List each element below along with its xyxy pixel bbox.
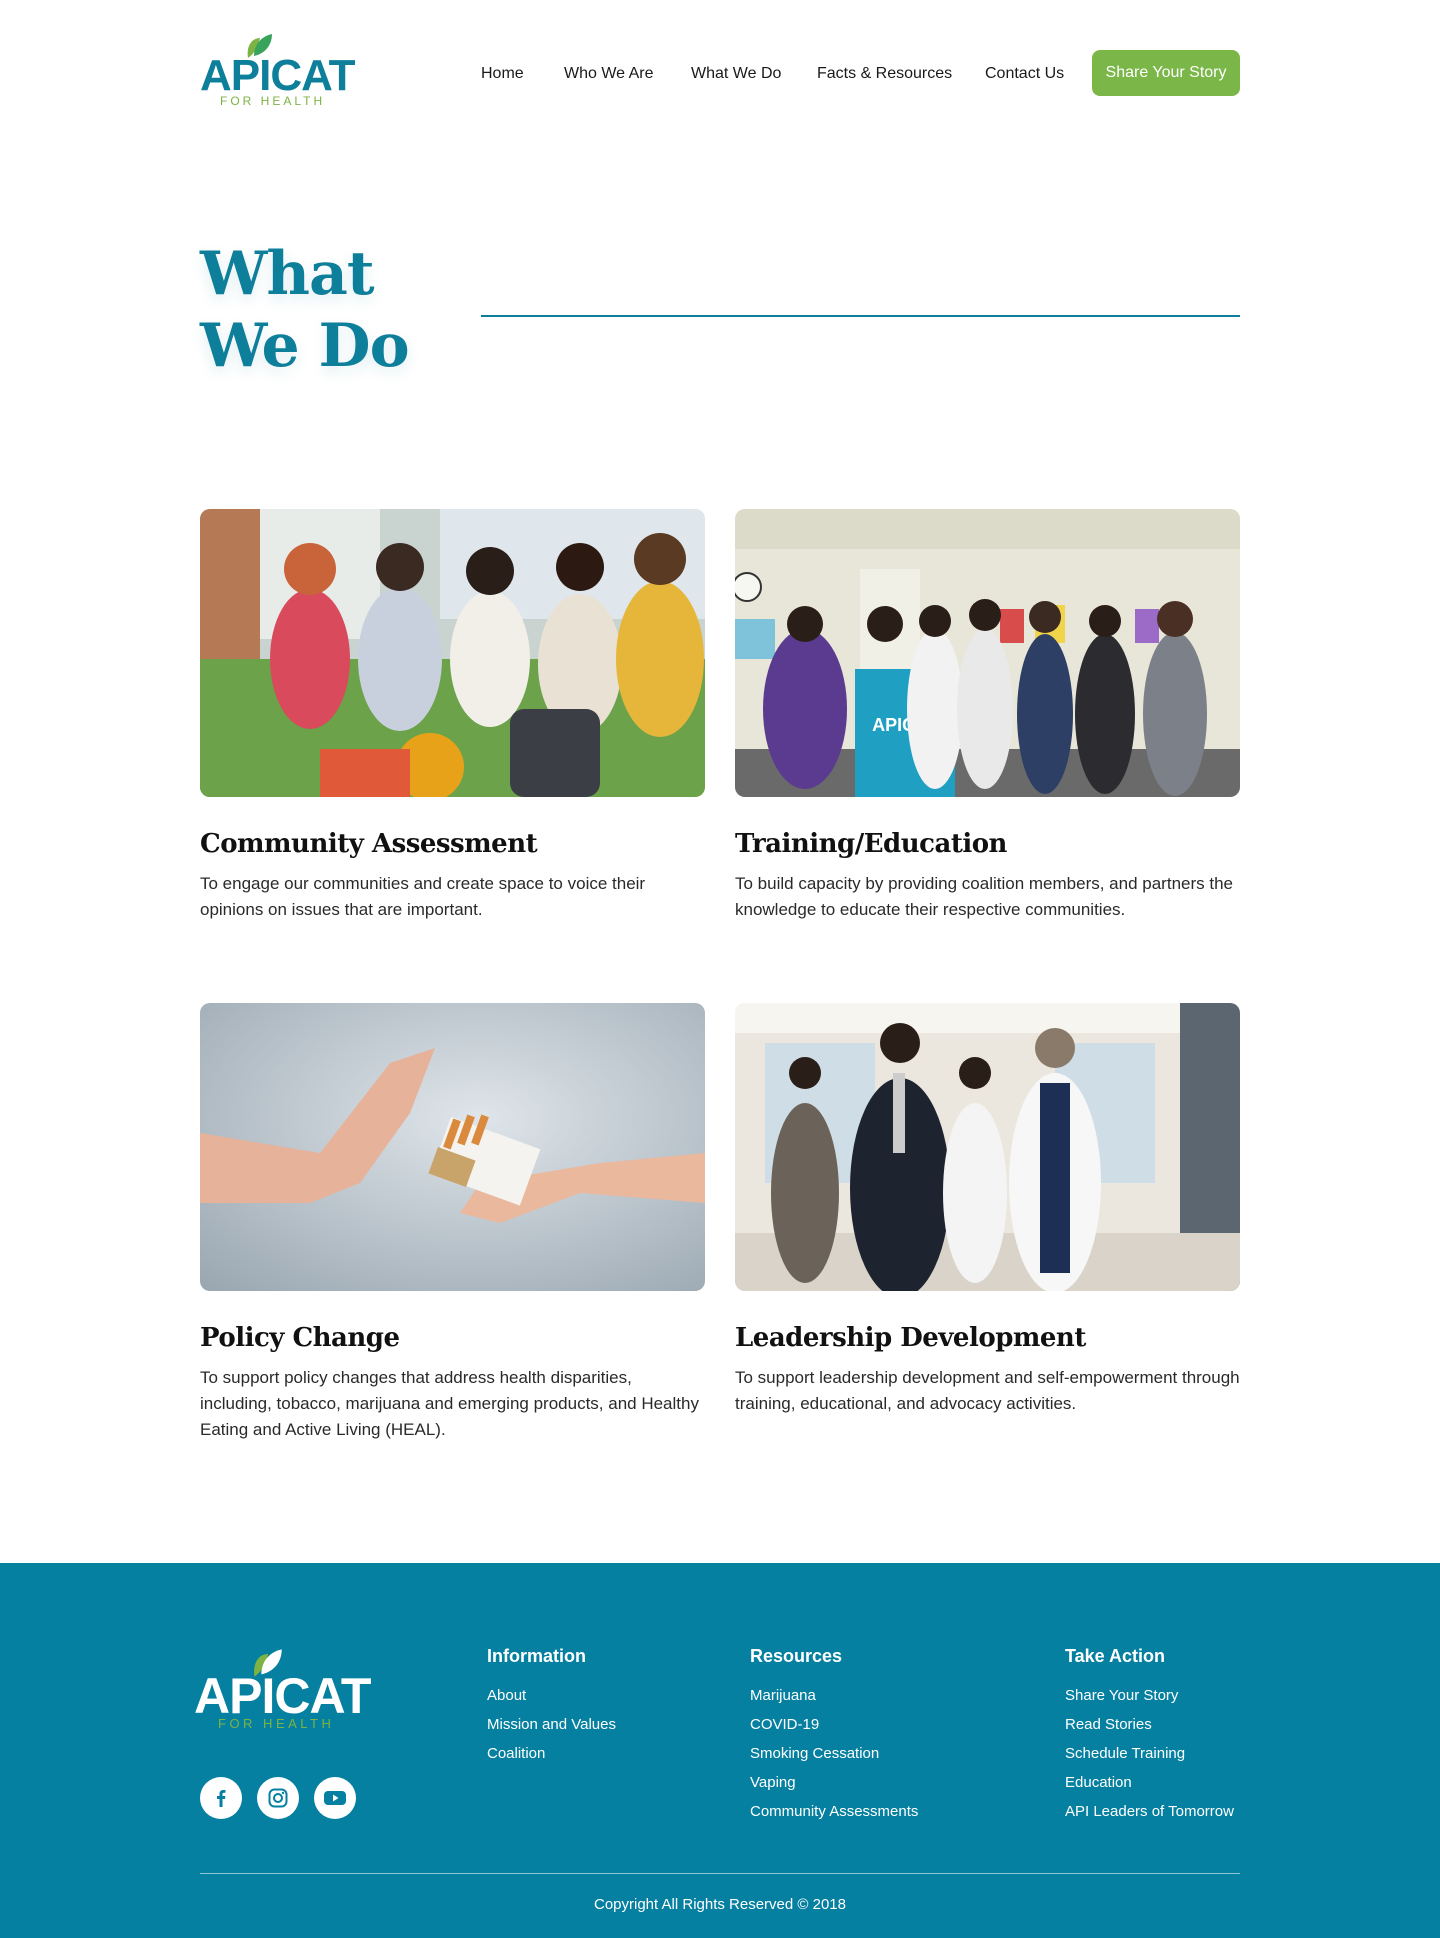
page-title-line1: What — [200, 239, 375, 309]
site-header: APICAT FOR HEALTH Home Who We Are What W… — [0, 0, 1440, 130]
footer-link-about[interactable]: About — [487, 1681, 616, 1710]
nav-what-we-do[interactable]: What We Do — [691, 64, 781, 84]
card-title: Leadership Development — [735, 1323, 1086, 1353]
instagram-link[interactable] — [257, 1777, 299, 1819]
card-description: To build capacity by providing coalition… — [735, 874, 1233, 919]
nav-home[interactable]: Home — [481, 64, 524, 84]
footer-link-smoking-cessation[interactable]: Smoking Cessation — [750, 1739, 918, 1768]
footer-link-covid-19[interactable]: COVID-19 — [750, 1710, 918, 1739]
footer-heading: Resources — [750, 1646, 843, 1666]
footer-link-mission-values[interactable]: Mission and Values — [487, 1710, 616, 1739]
doctors-walking-photo — [735, 1003, 1240, 1291]
footer-link-read-stories[interactable]: Read Stories — [1065, 1710, 1234, 1739]
footer-link-education[interactable]: Education — [1065, 1768, 1234, 1797]
footer-logo-wordmark: APICAT — [194, 1668, 371, 1724]
youth-group-photo: APICAT — [735, 509, 1240, 797]
footer-link-vaping[interactable]: Vaping — [750, 1768, 918, 1797]
nav-who-we-are[interactable]: Who We Are — [564, 64, 654, 84]
facebook-link[interactable] — [200, 1777, 242, 1819]
apicat-logo[interactable]: APICAT FOR HEALTH — [200, 32, 356, 108]
footer-link-community-assessments[interactable]: Community Assessments — [750, 1797, 918, 1826]
card-title: Community Assessment — [200, 829, 538, 859]
footer-divider — [200, 1873, 1240, 1874]
logo-wordmark: APICAT — [200, 51, 356, 100]
footer-link-coalition[interactable]: Coalition — [487, 1739, 616, 1768]
footer-column-resources: Resources Marijuana COVID-19 Smoking Ces… — [750, 1645, 918, 1826]
site-footer: APICAT FOR HEALTH Information About Miss… — [0, 1563, 1440, 1938]
instagram-icon — [268, 1788, 288, 1808]
footer-column-information: Information About Mission and Values Coa… — [487, 1645, 616, 1768]
footer-heading: Information — [487, 1646, 586, 1666]
nav-facts-resources[interactable]: Facts & Resources — [817, 64, 952, 84]
footer-heading: Take Action — [1065, 1646, 1166, 1666]
footer-link-api-leaders[interactable]: API Leaders of Tomorrow — [1065, 1797, 1234, 1826]
share-your-story-button[interactable]: Share Your Story — [1092, 50, 1240, 96]
footer-logo-tagline: FOR HEALTH — [218, 1716, 335, 1731]
footer-link-schedule-training[interactable]: Schedule Training — [1065, 1739, 1234, 1768]
nav-contact-us[interactable]: Contact Us — [985, 64, 1064, 84]
footer-column-take-action: Take Action Share Your Story Read Storie… — [1065, 1645, 1234, 1826]
logo-tagline: FOR HEALTH — [220, 94, 326, 108]
card-title: Policy Change — [200, 1323, 400, 1353]
page-title-line2: We Do — [200, 311, 410, 381]
title-divider — [481, 315, 1240, 317]
copyright-text: Copyright All Rights Reserved © 2018 — [593, 1896, 846, 1913]
youtube-link[interactable] — [314, 1777, 356, 1819]
footer-link-marijuana[interactable]: Marijuana — [750, 1681, 918, 1710]
youtube-icon — [324, 1791, 346, 1805]
card-description: To support policy changes that address h… — [200, 1368, 699, 1439]
refusing-cigarettes-photo — [200, 1003, 705, 1291]
footer-apicat-logo[interactable]: APICAT FOR HEALTH — [194, 1647, 371, 1742]
card-description: To support leadership development and se… — [735, 1368, 1240, 1413]
facebook-icon — [217, 1790, 226, 1807]
page-title: What We Do — [200, 238, 410, 382]
footer-link-share-your-story[interactable]: Share Your Story — [1065, 1681, 1234, 1710]
card-description: To engage our communities and create spa… — [200, 874, 646, 919]
students-photo — [200, 509, 705, 797]
card-title: Training/Education — [735, 829, 1007, 859]
